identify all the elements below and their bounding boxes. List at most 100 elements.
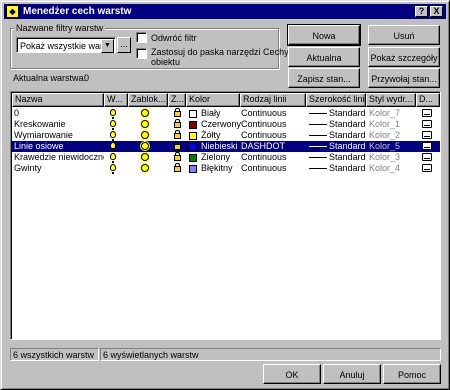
printer-icon[interactable] — [422, 164, 432, 172]
layer-linetype[interactable]: Continuous — [241, 163, 307, 174]
layer-linetype[interactable]: DASHDOT — [241, 141, 307, 152]
show-details-button[interactable]: Pokaż szczegóły — [368, 47, 440, 67]
lineweight-sample — [309, 113, 327, 114]
lightbulb-on-icon[interactable] — [110, 109, 116, 119]
new-layer-button[interactable]: Nowa — [287, 24, 361, 46]
help-button[interactable]: Pomoc — [383, 364, 441, 384]
layer-lineweight[interactable]: Standard — [329, 108, 367, 119]
color-swatch[interactable] — [189, 165, 197, 173]
close-title-button[interactable]: X — [430, 6, 443, 17]
delete-layer-button[interactable]: Usuń — [368, 25, 440, 45]
layer-name[interactable]: Linie osiowe — [14, 141, 104, 152]
layer-lineweight[interactable]: Standard — [329, 119, 367, 130]
printer-icon[interactable] — [422, 109, 432, 117]
column-header-name[interactable]: Nazwa — [12, 93, 104, 107]
layer-lineweight[interactable]: Standard — [329, 130, 367, 141]
unlocked-lock-icon[interactable] — [174, 108, 181, 117]
invert-filter-label: Odwróć filtr — [151, 33, 197, 43]
chevron-down-icon[interactable]: ▼ — [101, 39, 114, 53]
color-swatch[interactable] — [189, 121, 197, 129]
layer-list[interactable]: Nazwa W... Zablok... Z... Kolor Rodzaj l… — [10, 91, 441, 340]
layer-plot-style[interactable]: Kolor_4 — [369, 163, 417, 174]
sun-thawed-icon[interactable] — [141, 120, 149, 128]
set-current-button[interactable]: Aktualna — [288, 47, 360, 67]
layer-color-name[interactable]: Zielony — [201, 152, 241, 163]
unlocked-lock-icon[interactable] — [174, 141, 181, 150]
printer-icon[interactable] — [422, 131, 432, 139]
color-swatch[interactable] — [189, 110, 197, 118]
unlocked-lock-icon[interactable] — [174, 119, 181, 128]
layer-color-name[interactable]: Biały — [201, 108, 241, 119]
layer-lineweight[interactable]: Standard — [329, 163, 367, 174]
app-icon: ◆ — [6, 5, 19, 18]
layer-row[interactable]: Krawedzie niewidoczne Zielony Continuous… — [12, 152, 440, 163]
help-title-button[interactable]: ? — [415, 6, 428, 17]
layer-filter-select[interactable]: Pokaż wszystkie warst ▼ — [16, 37, 116, 53]
lightbulb-on-icon[interactable] — [110, 142, 116, 152]
lightbulb-on-icon[interactable] — [110, 120, 116, 130]
layer-linetype[interactable]: Continuous — [241, 130, 307, 141]
sun-thawed-icon[interactable] — [141, 142, 149, 150]
apply-toolbar-checkbox[interactable] — [136, 48, 147, 59]
column-header-frozen[interactable]: Zablok... — [128, 93, 168, 107]
color-swatch[interactable] — [189, 154, 197, 162]
layer-row[interactable]: Wymiarowanie Żółty Continuous Standard K… — [12, 130, 440, 141]
layer-name[interactable]: Kreskowanie — [14, 119, 104, 130]
unlocked-lock-icon[interactable] — [174, 130, 181, 139]
layer-color-name[interactable]: Żółty — [201, 130, 241, 141]
unlocked-lock-icon[interactable] — [174, 152, 181, 161]
column-header-color[interactable]: Kolor — [186, 93, 240, 107]
sun-thawed-icon[interactable] — [141, 131, 149, 139]
layer-plot-style[interactable]: Kolor_7 — [369, 108, 417, 119]
layer-row[interactable]: 0 Biały Continuous Standard Kolor_7 — [12, 108, 440, 119]
layer-plot-style[interactable]: Kolor_5 — [369, 141, 417, 152]
column-header-on[interactable]: W... — [104, 93, 128, 107]
layer-row[interactable]: Linie osiowe Niebieski DASHDOT Standard … — [12, 141, 440, 152]
sun-thawed-icon[interactable] — [141, 109, 149, 117]
sun-thawed-icon[interactable] — [141, 153, 149, 161]
lineweight-sample — [309, 146, 327, 147]
current-layer-label: Aktualna warstwa: — [13, 73, 87, 83]
lightbulb-on-icon[interactable] — [110, 164, 116, 174]
ok-button[interactable]: OK — [263, 364, 321, 384]
layer-plot-style[interactable]: Kolor_2 — [369, 130, 417, 141]
layer-color-name[interactable]: Niebieski — [201, 141, 241, 152]
column-header-lineweight[interactable]: Szerokość linii — [306, 93, 366, 107]
layer-linetype[interactable]: Continuous — [241, 152, 307, 163]
layer-filter-group-label: Nazwane filtry warstw — [14, 23, 106, 33]
layer-linetype[interactable]: Continuous — [241, 108, 307, 119]
layer-lineweight[interactable]: Standard — [329, 141, 367, 152]
printer-icon[interactable] — [422, 153, 432, 161]
column-header-plot[interactable]: D... — [416, 93, 440, 107]
column-header-plot-style[interactable]: Styl wydr... — [366, 93, 416, 107]
layer-name[interactable]: Gwinty — [14, 163, 104, 174]
layer-row[interactable]: Kreskowanie Czerwony Continuous Standard… — [12, 119, 440, 130]
printer-icon[interactable] — [422, 120, 432, 128]
layer-plot-style[interactable]: Kolor_1 — [369, 119, 417, 130]
title-bar[interactable]: ◆ Menedżer cech warstw ? X — [4, 4, 446, 19]
printer-icon[interactable] — [422, 142, 432, 150]
layer-row[interactable]: Gwinty Błękitny Continuous Standard Kolo… — [12, 163, 440, 174]
layer-name[interactable]: Wymiarowanie — [14, 130, 104, 141]
layer-name[interactable]: Krawedzie niewidoczne — [14, 152, 104, 163]
column-header-lock[interactable]: Z... — [168, 93, 186, 107]
save-state-button[interactable]: Zapisz stan... — [288, 68, 360, 88]
invert-filter-checkbox[interactable] — [136, 32, 147, 43]
color-swatch[interactable] — [189, 132, 197, 140]
layer-color-name[interactable]: Błękitny — [201, 163, 241, 174]
unlocked-lock-icon[interactable] — [174, 163, 181, 172]
layer-plot-style[interactable]: Kolor_3 — [369, 152, 417, 163]
layer-name[interactable]: 0 — [14, 108, 104, 119]
layer-linetype[interactable]: Continuous — [241, 119, 307, 130]
column-header-linetype[interactable]: Rodzaj linii — [240, 93, 306, 107]
current-layer-value: 0 — [84, 73, 90, 83]
lightbulb-on-icon[interactable] — [110, 131, 116, 141]
sun-thawed-icon[interactable] — [141, 164, 149, 172]
filter-browse-button[interactable]: ... — [117, 37, 131, 53]
color-swatch[interactable] — [189, 143, 197, 151]
layer-color-name[interactable]: Czerwony — [201, 119, 241, 130]
layer-lineweight[interactable]: Standard — [329, 152, 367, 163]
restore-state-button[interactable]: Przywołaj stan... — [368, 68, 440, 88]
cancel-button[interactable]: Anuluj — [323, 364, 381, 384]
lightbulb-on-icon[interactable] — [110, 153, 116, 163]
